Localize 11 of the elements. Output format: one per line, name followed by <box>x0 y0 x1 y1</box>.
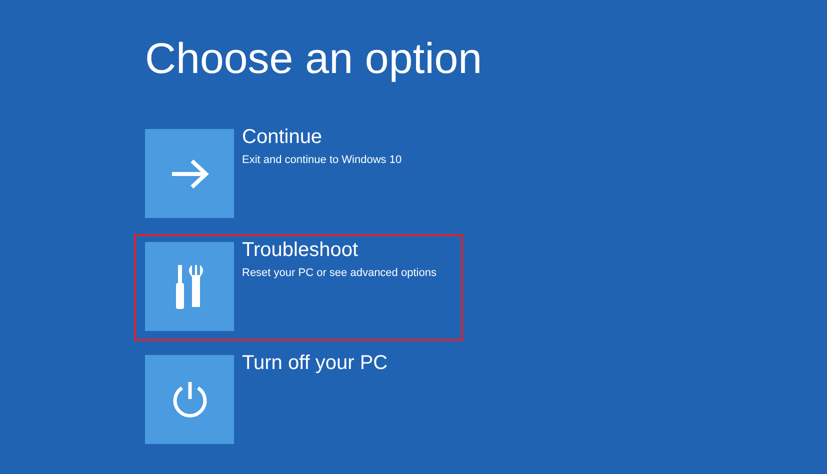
option-label: Turn off your PC <box>242 351 388 376</box>
option-label: Troubleshoot <box>242 238 359 263</box>
option-item[interactable]: Turn off your PC <box>134 347 463 454</box>
option-item[interactable]: Continue Exit and continue to Windows 10 <box>134 121 463 228</box>
page-title: Choose an option <box>145 38 484 81</box>
option-description: Reset your PC or see advanced options <box>242 266 436 281</box>
option-label: Continue <box>242 125 324 150</box>
arrow-right-icon <box>170 158 210 190</box>
option-item[interactable]: Troubleshoot Reset your PC or see advanced options <box>134 234 463 341</box>
option-description: Exit and continue to Windows 10 <box>242 153 402 168</box>
screwdriver-wrench-icon <box>174 264 204 308</box>
